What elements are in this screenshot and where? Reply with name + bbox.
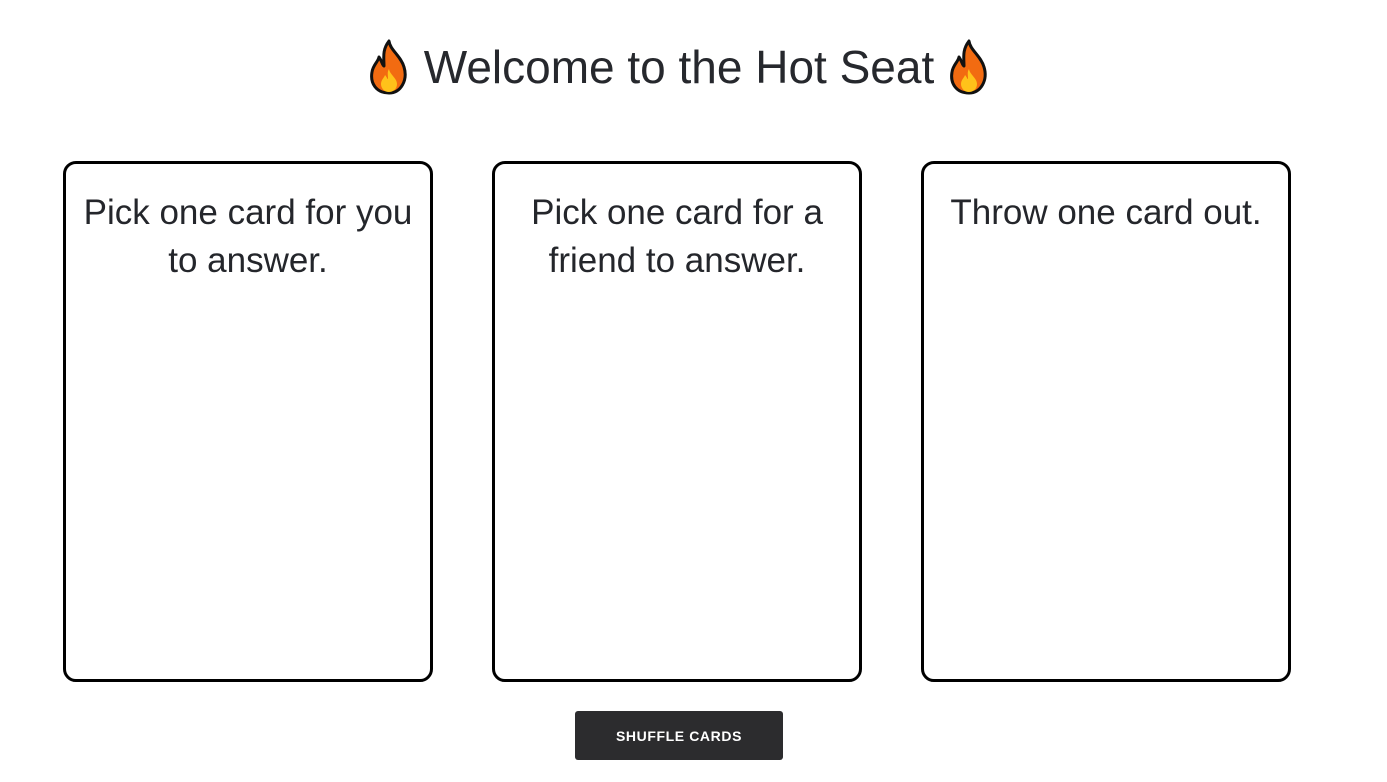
fire-icon [366,38,412,96]
card-answer-friend[interactable]: Pick one card for a friend to answer. [492,161,862,682]
page-title: Welcome to the Hot Seat [423,41,935,93]
page-title-row: Welcome to the Hot Seat [0,36,1358,98]
card-answer-yourself[interactable]: Pick one card for you to answer. [63,161,433,682]
card-throw-out[interactable]: Throw one card out. [921,161,1291,682]
card-instruction: Pick one card for you to answer. [83,193,413,280]
shuffle-cards-button[interactable]: SHUFFLE CARDS [575,711,783,760]
fire-icon [946,38,992,96]
card-instruction: Throw one card out. [950,193,1262,232]
card-instruction: Pick one card for a friend to answer. [531,193,823,280]
